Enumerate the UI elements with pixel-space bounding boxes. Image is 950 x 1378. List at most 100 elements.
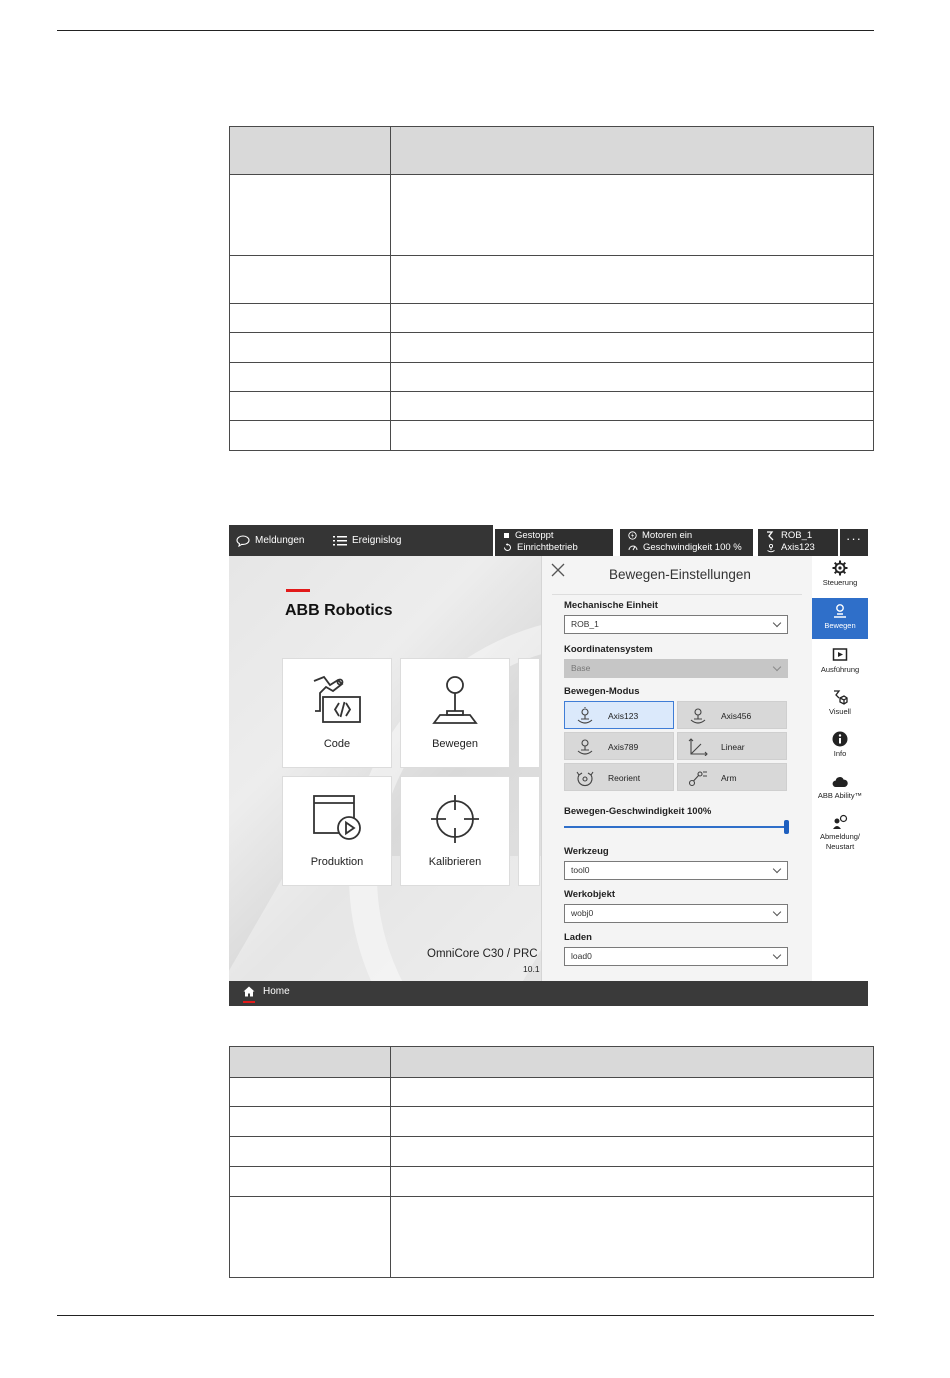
table-header-cell bbox=[390, 1046, 874, 1078]
parameter-table-top bbox=[229, 126, 874, 451]
mode-reorient-button[interactable]: Reorient bbox=[564, 763, 674, 791]
rail-item-visual[interactable]: Visuell bbox=[812, 689, 868, 725]
table-cell bbox=[229, 1077, 391, 1107]
messages-button[interactable]: Meldungen bbox=[236, 525, 304, 556]
controller-status[interactable]: Gestoppt Einrichtbetrieb bbox=[495, 529, 613, 556]
table-header-cell bbox=[229, 126, 391, 175]
motor-status[interactable]: Motoren ein Geschwindigkeit 100 % bbox=[620, 529, 753, 556]
load-label: Laden bbox=[564, 932, 592, 943]
rail-item-control[interactable]: Steuerung bbox=[812, 560, 868, 596]
rail-item-jog[interactable]: Bewegen bbox=[812, 598, 868, 639]
table-cell bbox=[229, 1196, 391, 1278]
table-cell bbox=[229, 1136, 391, 1167]
coord-system-label: Koordinatensystem bbox=[564, 644, 653, 655]
right-rail: Steuerung Bewegen Ausführung Visuell Inf… bbox=[812, 556, 868, 981]
mode-axis456-button[interactable]: Axis456 bbox=[677, 701, 787, 729]
joystick-icon bbox=[432, 676, 478, 724]
coord-system-select[interactable]: Base bbox=[564, 659, 788, 678]
top-bar: Meldungen Ereignislog Gestoppt Einrichtb… bbox=[229, 525, 868, 556]
mode-axis123-label: Axis123 bbox=[608, 711, 639, 721]
reorient-icon bbox=[576, 771, 594, 787]
tile-jog-label: Bewegen bbox=[432, 738, 478, 750]
table-cell bbox=[390, 1136, 874, 1167]
wobj-select[interactable]: wobj0 bbox=[564, 904, 788, 923]
gear-icon bbox=[832, 560, 848, 576]
tool-label: Werkzeug bbox=[564, 846, 609, 857]
rail-item-ability[interactable]: ABB Ability™ bbox=[812, 775, 868, 811]
brand-accent bbox=[286, 589, 310, 592]
power-icon bbox=[628, 531, 637, 540]
jog-speed-track[interactable] bbox=[564, 826, 786, 828]
table-cell bbox=[390, 420, 874, 451]
info-icon bbox=[832, 731, 848, 747]
linear-axes-icon bbox=[688, 738, 708, 756]
tile-code[interactable]: Code bbox=[282, 658, 392, 768]
mech-unit-select[interactable]: ROB_1 bbox=[564, 615, 788, 634]
table-cell bbox=[390, 332, 874, 363]
axis456-icon bbox=[690, 708, 706, 724]
table-cell bbox=[390, 1166, 874, 1197]
tile-partial[interactable] bbox=[518, 658, 540, 768]
axis123-icon bbox=[577, 707, 593, 724]
eventlog-button[interactable]: Ereignislog bbox=[333, 525, 401, 556]
table-cell bbox=[390, 255, 874, 304]
brand-title: ABB Robotics bbox=[285, 602, 393, 619]
parameter-table-bottom bbox=[229, 1046, 874, 1278]
close-icon[interactable] bbox=[551, 563, 565, 577]
table-header-cell bbox=[390, 126, 874, 175]
home-button[interactable]: Home bbox=[243, 986, 290, 997]
more-button[interactable]: ··· bbox=[840, 529, 868, 556]
home-active-indicator bbox=[243, 1001, 255, 1003]
rail-label-visual: Visuell bbox=[829, 707, 851, 716]
rail-label-info: Info bbox=[833, 749, 847, 758]
home-icon bbox=[243, 986, 255, 997]
tile-production[interactable]: Produktion bbox=[282, 776, 392, 886]
play-window-icon bbox=[832, 648, 848, 661]
table-cell bbox=[390, 1077, 874, 1107]
tile-jog[interactable]: Bewegen bbox=[400, 658, 510, 768]
mechanical-unit-status[interactable]: ROB_1 Axis123 bbox=[758, 529, 838, 556]
table-cell bbox=[390, 1106, 874, 1137]
jog-speed-thumb[interactable] bbox=[784, 820, 789, 834]
tile-production-label: Produktion bbox=[310, 856, 364, 868]
mode-arm-label: Arm bbox=[721, 773, 737, 783]
jog-settings-panel: Bewegen-Einstellungen Mechanische Einhei… bbox=[541, 556, 812, 981]
rail-label-execution: Ausführung bbox=[820, 665, 860, 674]
table-cell bbox=[229, 362, 391, 392]
tile-calibrate[interactable]: Kalibrieren bbox=[400, 776, 510, 886]
axis789-icon bbox=[577, 739, 593, 755]
rail-label-control: Steuerung bbox=[822, 578, 858, 587]
table-cell bbox=[229, 1106, 391, 1137]
mode-linear-button[interactable]: Linear bbox=[677, 732, 787, 760]
status-robot: ROB_1 bbox=[781, 530, 813, 541]
tile-code-label: Code bbox=[323, 738, 351, 750]
rail-item-info[interactable]: Info bbox=[812, 731, 868, 767]
top-bar-left: Meldungen Ereignislog bbox=[229, 525, 493, 556]
rail-item-logout[interactable]: Abmeldung/ Neustart bbox=[812, 814, 868, 860]
tool-select[interactable]: tool0 bbox=[564, 861, 788, 880]
visual-cube-icon bbox=[834, 690, 848, 705]
messages-label: Meldungen bbox=[255, 535, 305, 546]
jog-speed-label: Bewegen-Geschwindigkeit 100% bbox=[564, 806, 712, 817]
stop-icon bbox=[504, 533, 509, 538]
footer-rule bbox=[57, 1315, 874, 1316]
crosshair-icon bbox=[431, 795, 479, 843]
tile-partial[interactable] bbox=[518, 776, 540, 886]
mode-axis123-button[interactable]: Axis123 bbox=[564, 701, 674, 729]
production-window-icon bbox=[313, 795, 361, 840]
status-speed: Geschwindigkeit 100 % bbox=[643, 542, 742, 553]
speed-gauge-icon bbox=[628, 545, 638, 551]
rail-item-execution[interactable]: Ausführung bbox=[812, 647, 868, 683]
bottom-bar: Home bbox=[229, 981, 868, 1006]
table-cell bbox=[229, 332, 391, 363]
load-select[interactable]: load0 bbox=[564, 947, 788, 966]
table-cell bbox=[229, 174, 391, 256]
mode-axis789-button[interactable]: Axis789 bbox=[564, 732, 674, 760]
list-icon bbox=[333, 535, 347, 545]
cloud-icon bbox=[832, 777, 848, 788]
mech-unit-label: Mechanische Einheit bbox=[564, 600, 658, 611]
mode-arm-button[interactable]: Arm bbox=[677, 763, 787, 791]
table-cell bbox=[390, 174, 874, 256]
speech-bubble-icon bbox=[236, 534, 250, 547]
logout-user-icon bbox=[833, 814, 848, 829]
